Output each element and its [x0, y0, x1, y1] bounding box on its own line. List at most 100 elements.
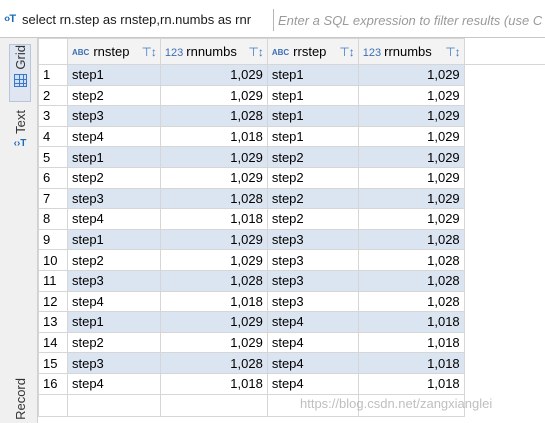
table-cell[interactable]: 1,018 — [159, 208, 268, 230]
table-cell[interactable]: 1,018 — [159, 372, 268, 395]
filter-sort-icon[interactable]: ⊤↕ — [445, 45, 460, 59]
table-cell[interactable]: step4 — [66, 125, 161, 148]
table-cell[interactable]: step2 — [66, 166, 161, 189]
table-cell[interactable]: 1,028 — [357, 228, 465, 251]
table-row[interactable]: 13 step1 1,029 step4 1,018 — [38, 311, 545, 333]
table-cell[interactable]: 1,028 — [357, 249, 465, 271]
table-cell[interactable]: 1,018 — [357, 311, 465, 333]
table-cell[interactable]: 1,029 — [159, 84, 268, 107]
table-cell[interactable]: 1,029 — [357, 125, 465, 148]
row-number[interactable]: 6 — [38, 166, 68, 189]
table-cell[interactable]: 1,029 — [159, 311, 268, 333]
table-cell[interactable]: step4 — [66, 372, 161, 395]
table-cell[interactable]: step3 — [66, 187, 161, 210]
table-row[interactable]: 8 step4 1,018 step2 1,029 — [38, 208, 545, 230]
table-cell[interactable]: step2 — [266, 166, 359, 189]
row-number[interactable]: 3 — [38, 105, 68, 127]
row-number[interactable]: 8 — [38, 208, 68, 230]
table-row[interactable]: 5 step1 1,029 step2 1,029 — [38, 146, 545, 168]
table-cell[interactable]: step2 — [266, 146, 359, 168]
table-cell[interactable]: 1,029 — [159, 64, 268, 86]
row-number[interactable]: 12 — [38, 290, 68, 313]
table-cell[interactable]: 1,018 — [357, 352, 465, 374]
sql-query-text[interactable]: select rn.step as rnstep,rn.numbs as rnr — [22, 12, 251, 27]
table-cell[interactable]: step1 — [266, 64, 359, 86]
table-cell[interactable]: 1,028 — [159, 187, 268, 210]
table-cell[interactable]: step2 — [66, 249, 161, 271]
table-cell[interactable]: 1,029 — [159, 228, 268, 251]
table-cell[interactable]: step1 — [266, 84, 359, 107]
table-cell[interactable]: 1,028 — [357, 269, 465, 292]
column-header[interactable]: 123 rnnumbs ⊤↕ — [159, 38, 268, 65]
table-cell[interactable]: step3 — [266, 228, 359, 251]
table-cell[interactable]: step3 — [266, 249, 359, 271]
table-cell[interactable]: 1,028 — [159, 269, 268, 292]
row-number[interactable]: 7 — [38, 187, 68, 210]
table-cell[interactable]: step4 — [66, 208, 161, 230]
filter-sort-icon[interactable]: ⊤↕ — [339, 45, 354, 59]
row-number[interactable]: 9 — [38, 228, 68, 251]
table-cell[interactable]: step2 — [66, 331, 161, 354]
table-cell[interactable]: step3 — [66, 352, 161, 374]
table-cell[interactable]: step3 — [266, 290, 359, 313]
table-cell[interactable]: step4 — [266, 372, 359, 395]
table-row[interactable]: 6 step2 1,029 step2 1,029 — [38, 166, 545, 189]
row-number[interactable]: 16 — [38, 372, 68, 395]
tab-text[interactable]: Text ‹›T — [10, 110, 30, 190]
table-cell[interactable]: 1,028 — [159, 352, 268, 374]
table-cell[interactable]: step3 — [66, 269, 161, 292]
table-cell[interactable]: step1 — [266, 125, 359, 148]
filter-sort-icon[interactable]: ⊤↕ — [248, 45, 263, 59]
table-row[interactable]: 9 step1 1,029 step3 1,028 — [38, 228, 545, 251]
row-number[interactable]: 2 — [38, 84, 68, 107]
sql-filter-icon[interactable]: ‹›T — [4, 13, 16, 25]
row-number[interactable]: 15 — [38, 352, 68, 374]
table-cell[interactable]: 1,029 — [357, 146, 465, 168]
table-cell[interactable]: step3 — [266, 269, 359, 292]
column-header[interactable]: ABC rnstep ⊤↕ — [66, 38, 161, 65]
table-cell[interactable]: 1,018 — [159, 125, 268, 148]
table-cell[interactable]: step1 — [66, 146, 161, 168]
table-cell[interactable]: step3 — [66, 105, 161, 127]
table-cell[interactable]: 1,028 — [357, 290, 465, 313]
table-cell[interactable]: step1 — [266, 105, 359, 127]
table-row[interactable]: 12 step4 1,018 step3 1,028 — [38, 290, 545, 313]
row-number[interactable]: 1 — [38, 64, 68, 86]
tab-record[interactable]: Record — [10, 378, 30, 423]
table-cell[interactable]: step2 — [66, 84, 161, 107]
row-number[interactable]: 13 — [38, 311, 68, 333]
row-number[interactable]: 10 — [38, 249, 68, 271]
table-row[interactable]: 10 step2 1,029 step3 1,028 — [38, 249, 545, 271]
table-cell[interactable]: step1 — [66, 228, 161, 251]
table-cell[interactable]: 1,018 — [357, 331, 465, 354]
column-header[interactable]: ABC rrstep ⊤↕ — [266, 38, 359, 65]
table-cell[interactable]: 1,029 — [357, 105, 465, 127]
row-number[interactable]: 14 — [38, 331, 68, 354]
table-cell[interactable]: step2 — [266, 187, 359, 210]
table-cell[interactable]: 1,029 — [159, 331, 268, 354]
table-row[interactable]: 16 step4 1,018 step4 1,018 — [38, 372, 545, 395]
table-cell[interactable]: 1,029 — [357, 187, 465, 210]
table-cell[interactable]: step4 — [266, 311, 359, 333]
table-cell[interactable]: step4 — [66, 290, 161, 313]
table-cell[interactable]: 1,018 — [159, 290, 268, 313]
table-cell[interactable]: 1,029 — [357, 208, 465, 230]
table-cell[interactable]: 1,018 — [357, 372, 465, 395]
table-cell[interactable]: step2 — [266, 208, 359, 230]
table-row[interactable]: 14 step2 1,029 step4 1,018 — [38, 331, 545, 354]
row-number[interactable]: 4 — [38, 125, 68, 148]
table-row[interactable]: 7 step3 1,028 step2 1,029 — [38, 187, 545, 210]
table-cell[interactable]: 1,029 — [159, 146, 268, 168]
table-row[interactable]: 11 step3 1,028 step3 1,028 — [38, 269, 545, 292]
column-header[interactable]: 123 rrnumbs ⊤↕ — [357, 38, 465, 65]
table-cell[interactable]: 1,028 — [159, 105, 268, 127]
table-row[interactable]: 4 step4 1,018 step1 1,029 — [38, 125, 545, 148]
table-cell[interactable]: 1,029 — [357, 84, 465, 107]
tab-grid[interactable]: Grid — [9, 44, 31, 102]
row-number[interactable]: 5 — [38, 146, 68, 168]
table-cell[interactable]: step4 — [266, 331, 359, 354]
table-row[interactable]: 2 step2 1,029 step1 1,029 — [38, 84, 545, 107]
table-cell[interactable]: 1,029 — [357, 64, 465, 86]
table-cell[interactable]: 1,029 — [357, 166, 465, 189]
table-row[interactable]: 15 step3 1,028 step4 1,018 — [38, 352, 545, 374]
